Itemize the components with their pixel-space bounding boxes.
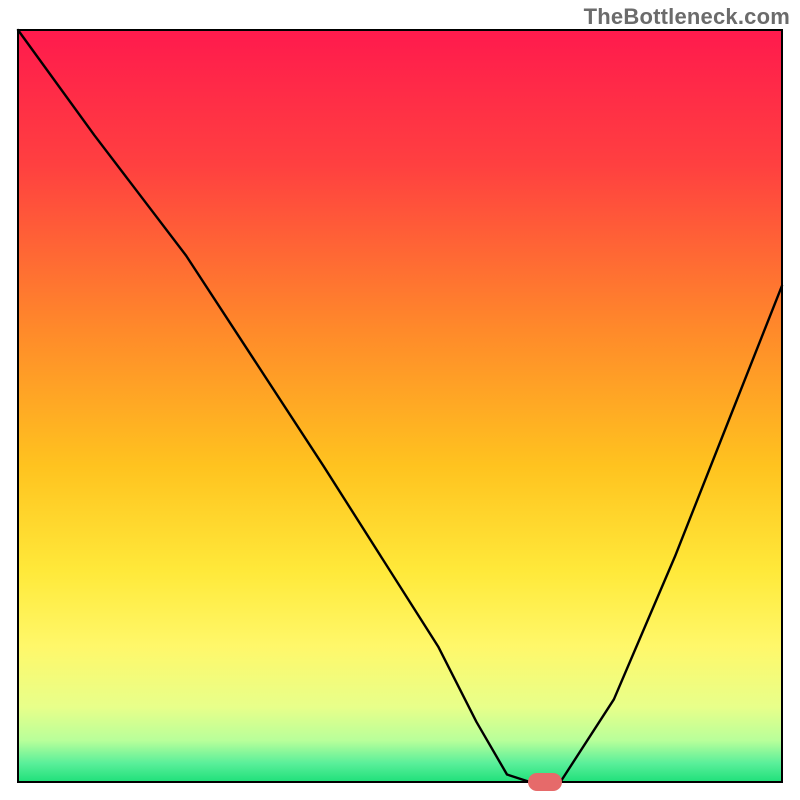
watermark-text: TheBottleneck.com: [584, 4, 790, 30]
bottleneck-chart: [0, 0, 800, 800]
gradient-background: [18, 30, 782, 782]
chart-container: TheBottleneck.com: [0, 0, 800, 800]
minimum-marker: [528, 773, 562, 791]
